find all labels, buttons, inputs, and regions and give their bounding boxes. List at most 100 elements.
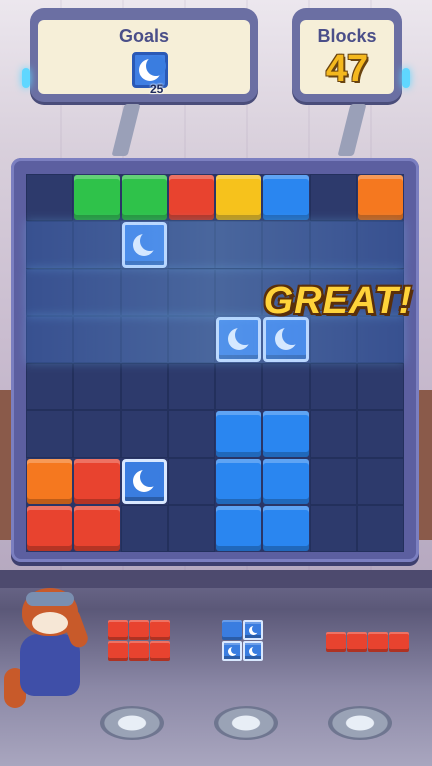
piece-moon-block — [222, 641, 242, 661]
board-cell-moon-goal[interactable] — [121, 222, 167, 268]
moon-icon — [249, 646, 260, 656]
board-cell-empty[interactable] — [356, 504, 404, 552]
board-cell-empty[interactable] — [120, 504, 168, 552]
board-cell-empty[interactable] — [73, 221, 121, 269]
board-cell-empty[interactable] — [167, 410, 215, 458]
board-cell-block[interactable] — [263, 411, 309, 457]
mascot-face — [32, 612, 68, 634]
board-cell-empty[interactable] — [120, 410, 168, 458]
board-cell-block[interactable] — [263, 505, 309, 551]
board-cell-empty[interactable] — [73, 363, 121, 411]
moon-icon — [133, 230, 161, 256]
board-cell-block[interactable] — [121, 175, 167, 221]
piece-pad-2 — [214, 706, 278, 740]
board-cell-empty[interactable] — [120, 315, 168, 363]
board-cell-block[interactable] — [216, 458, 262, 504]
board-cell-empty[interactable] — [356, 221, 404, 269]
board-cell-block[interactable] — [216, 175, 262, 221]
board-cell-empty[interactable] — [120, 268, 168, 316]
board-cell-empty[interactable] — [26, 221, 74, 269]
board-cell-empty[interactable] — [26, 315, 74, 363]
board-cell-empty[interactable] — [167, 363, 215, 411]
goals-panel: Goals 25 — [30, 8, 258, 102]
moon-icon — [228, 646, 239, 656]
goals-title: Goals — [118, 26, 170, 46]
moon-icon — [133, 467, 161, 493]
board-cell-empty[interactable] — [356, 457, 404, 505]
board-cell-empty[interactable] — [309, 363, 357, 411]
board-cell-empty[interactable] — [167, 504, 215, 552]
board-cell-empty[interactable] — [309, 410, 357, 458]
board-cell-empty[interactable] — [120, 363, 168, 411]
board-cell-block[interactable] — [74, 505, 120, 551]
board-cell-empty[interactable] — [262, 363, 310, 411]
goals-count: 25 — [150, 82, 164, 96]
piece-block — [347, 632, 367, 652]
red-panda-mascot — [4, 588, 96, 718]
board-cell-empty[interactable] — [73, 410, 121, 458]
board-cell-moon-goal[interactable] — [121, 458, 167, 504]
board-cell-empty[interactable] — [309, 174, 357, 222]
board-cell-block[interactable] — [263, 175, 309, 221]
board-cell-empty[interactable] — [356, 363, 404, 411]
board-cell-empty[interactable] — [356, 410, 404, 458]
board-cell-block[interactable] — [263, 458, 309, 504]
piece-block — [222, 620, 242, 640]
blocks-remaining: 47 — [325, 48, 369, 90]
board-cell-empty[interactable] — [167, 221, 215, 269]
board-cell-empty[interactable] — [73, 268, 121, 316]
board-cell-empty[interactable] — [167, 268, 215, 316]
goggles-icon — [26, 592, 74, 606]
piece-block — [150, 641, 170, 661]
board-cell-empty[interactable] — [309, 457, 357, 505]
piece-moon-block — [243, 620, 263, 640]
board-cell-block[interactable] — [74, 175, 120, 221]
board-cell-empty[interactable] — [309, 504, 357, 552]
board-cell-empty[interactable] — [26, 174, 74, 222]
piece-block — [108, 641, 128, 661]
board-cell-empty[interactable] — [215, 363, 263, 411]
board-cell-block[interactable] — [168, 175, 214, 221]
blocks-panel-inner: Blocks 47 — [300, 20, 394, 94]
piece-block — [368, 632, 388, 652]
board-cell-block[interactable] — [74, 458, 120, 504]
board-cell-empty[interactable] — [167, 457, 215, 505]
board-cell-moon-goal[interactable] — [263, 316, 309, 362]
board-cell-empty[interactable] — [73, 315, 121, 363]
board-cell-empty[interactable] — [26, 268, 74, 316]
board-cell-empty[interactable] — [262, 221, 310, 269]
piece-pad-3 — [328, 706, 392, 740]
great-feedback-text: GREAT! — [263, 280, 413, 322]
blocks-panel: Blocks 47 — [292, 8, 402, 102]
board-cell-empty[interactable] — [215, 221, 263, 269]
piece-block — [150, 620, 170, 640]
board-cell-empty[interactable] — [167, 315, 215, 363]
board-cell-block[interactable] — [27, 458, 73, 504]
board-cell-block[interactable] — [27, 505, 73, 551]
board-cell-empty[interactable] — [215, 268, 263, 316]
piece-moon-block — [243, 641, 263, 661]
board-cell-moon-goal[interactable] — [216, 316, 262, 362]
board-cell-block[interactable] — [216, 505, 262, 551]
piece-block — [129, 641, 149, 661]
piece-block — [129, 620, 149, 640]
moon-icon — [274, 325, 302, 351]
moon-icon — [249, 625, 260, 635]
board-cell-block[interactable] — [216, 411, 262, 457]
board-cell-block[interactable] — [357, 175, 403, 221]
piece-block — [108, 620, 128, 640]
blocks-title: Blocks — [317, 26, 377, 46]
moon-icon — [139, 56, 166, 81]
piece-block — [389, 632, 409, 652]
game-board[interactable] — [26, 174, 404, 552]
tray-rail — [0, 570, 432, 588]
moon-icon — [227, 325, 255, 351]
board-cell-empty[interactable] — [309, 221, 357, 269]
piece-pad-1 — [100, 706, 164, 740]
piece-block — [326, 632, 346, 652]
goals-panel-inner: Goals 25 — [38, 20, 250, 96]
board-cell-empty[interactable] — [26, 363, 74, 411]
board-cell-empty[interactable] — [26, 410, 74, 458]
left-lamp — [22, 68, 30, 88]
right-lamp — [402, 68, 410, 88]
